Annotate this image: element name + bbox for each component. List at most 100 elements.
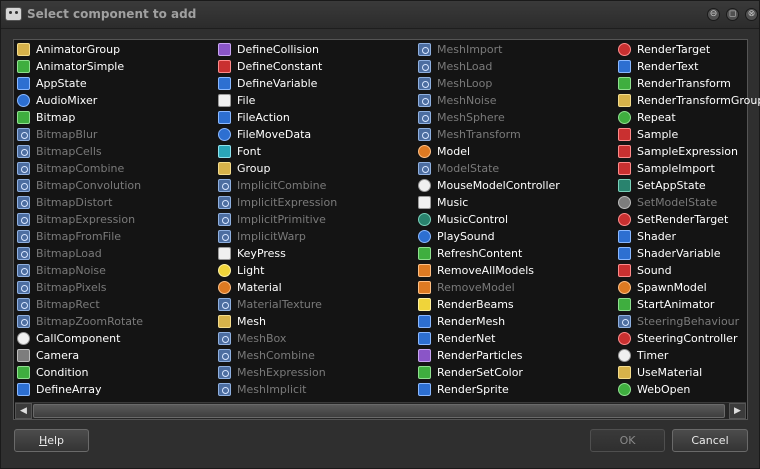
list-item-label: Camera	[36, 349, 80, 362]
component-columns: AnimatorGroup AnimatorSimple AppState Audio…	[14, 40, 760, 402]
set-app-state-icon	[618, 179, 631, 192]
default-component-icon	[218, 196, 231, 209]
list-item-label: CallComponent	[36, 332, 121, 345]
play-sound-icon	[418, 230, 431, 243]
animator-group-icon	[17, 43, 30, 56]
render-set-color-icon	[418, 366, 431, 379]
list-item-label: MeshCombine	[237, 349, 315, 362]
list-item-label: MeshBox	[237, 332, 287, 345]
animator-simple-icon	[17, 60, 30, 73]
render-transform-group-icon	[618, 94, 631, 107]
list-item-label: DefineConstant	[237, 60, 323, 73]
default-component-icon	[17, 315, 30, 328]
define-variable-icon	[218, 77, 231, 90]
default-component-icon	[17, 162, 30, 175]
default-component-icon	[218, 230, 231, 243]
default-component-icon	[218, 179, 231, 192]
default-component-icon	[218, 213, 231, 226]
default-component-icon	[17, 128, 30, 141]
list-item-label: ShaderVariable	[637, 247, 721, 260]
list-item-label: RefreshContent	[437, 247, 523, 260]
condition-icon	[17, 366, 30, 379]
render-beams-icon	[418, 298, 431, 311]
default-component-icon	[17, 247, 30, 260]
shader-icon	[618, 230, 631, 243]
horizontal-scrollbar[interactable]: ◀ ▶	[15, 402, 746, 419]
list-item-label: BitmapRect	[36, 298, 100, 311]
list-item-label: Mesh	[237, 315, 266, 328]
keyboard-icon	[218, 247, 231, 260]
list-item-label: Condition	[36, 366, 89, 379]
list-item-label: ImplicitExpression	[237, 196, 338, 209]
render-net-icon	[418, 332, 431, 345]
minimize-button[interactable]: ⊖	[707, 8, 720, 21]
file-action-icon	[218, 111, 231, 124]
start-animator-icon	[618, 298, 631, 311]
list-item-label: ImplicitWarp	[237, 230, 306, 243]
list-item-label: SteeringController	[637, 332, 738, 345]
call-component-icon	[17, 332, 30, 345]
list-item-label: SampleImport	[637, 162, 715, 175]
default-component-icon	[17, 179, 30, 192]
help-button[interactable]: Help	[14, 429, 89, 452]
default-component-icon	[218, 298, 231, 311]
default-component-icon	[418, 60, 431, 73]
shader-variable-icon	[618, 247, 631, 260]
scrollbar-thumb[interactable]	[33, 404, 725, 418]
scroll-left-button[interactable]: ◀	[15, 403, 32, 419]
select-component-dialog: Select component to add ⊖ ◻ ⊗ AnimatorGr…	[0, 0, 760, 469]
audio-mixer-icon	[17, 94, 30, 107]
default-component-icon	[418, 128, 431, 141]
list-item-label: FileAction	[237, 111, 290, 124]
spawn-model-icon	[618, 281, 631, 294]
close-button[interactable]: ⊗	[745, 8, 758, 21]
file-move-data-icon	[218, 128, 231, 141]
list-item-label: AnimatorGroup	[36, 43, 121, 56]
list-item-label: AudioMixer	[36, 94, 98, 107]
list-item-label: RenderSprite	[437, 383, 509, 396]
title-bar[interactable]: Select component to add ⊖ ◻ ⊗	[1, 1, 759, 29]
list-item-label: SteeringBehaviour	[637, 315, 740, 328]
cancel-button[interactable]: Cancel	[672, 429, 748, 452]
component-list: AnimatorGroup AnimatorSimple AppState Audio…	[13, 39, 760, 420]
list-item-label: Group	[237, 162, 271, 175]
default-component-icon	[17, 298, 30, 311]
sample-import-icon	[618, 162, 631, 175]
font-icon	[218, 145, 231, 158]
list-item-label: ImplicitCombine	[237, 179, 327, 192]
list-item-label: StartAnimator	[637, 298, 715, 311]
list-item-label: Material	[237, 281, 282, 294]
repeat-icon	[618, 111, 631, 124]
timer-clock-icon	[618, 349, 631, 362]
list-item-label: MusicControl	[437, 213, 509, 226]
set-model-state-icon	[618, 196, 631, 209]
list-item-label: MeshLoad	[437, 60, 493, 73]
list-item-label: WebOpen	[637, 383, 691, 396]
default-component-icon	[17, 281, 30, 294]
list-item-label: Model	[437, 145, 471, 158]
scroll-right-button[interactable]: ▶	[729, 403, 746, 419]
default-component-icon	[418, 77, 431, 90]
sample-expression-icon	[618, 145, 631, 158]
ok-button[interactable]: OK	[590, 429, 665, 452]
render-target-icon	[618, 43, 631, 56]
list-item-label: SampleExpression	[637, 145, 738, 158]
model-person-icon	[418, 145, 431, 158]
list-item-label: RenderTransformGroup	[637, 94, 760, 107]
list-item-label: MeshTransform	[437, 128, 521, 141]
list-item-label: Sound	[637, 264, 672, 277]
define-collision-icon	[218, 43, 231, 56]
maximize-button[interactable]: ◻	[726, 8, 739, 21]
list-item-label: SetAppState	[637, 179, 706, 192]
list-item-label: BitmapCells	[36, 145, 102, 158]
mesh-icon	[218, 315, 231, 328]
list-item-label: BitmapConvolution	[36, 179, 142, 192]
list-item-label: RemoveModel	[437, 281, 515, 294]
bitmap-icon	[17, 111, 30, 124]
list-item-label: RenderParticles	[437, 349, 523, 362]
list-item-label: MouseModelController	[437, 179, 560, 192]
render-particles-icon	[418, 349, 431, 362]
app-state-icon	[17, 77, 30, 90]
default-component-icon	[418, 43, 431, 56]
define-array-icon	[17, 383, 30, 396]
